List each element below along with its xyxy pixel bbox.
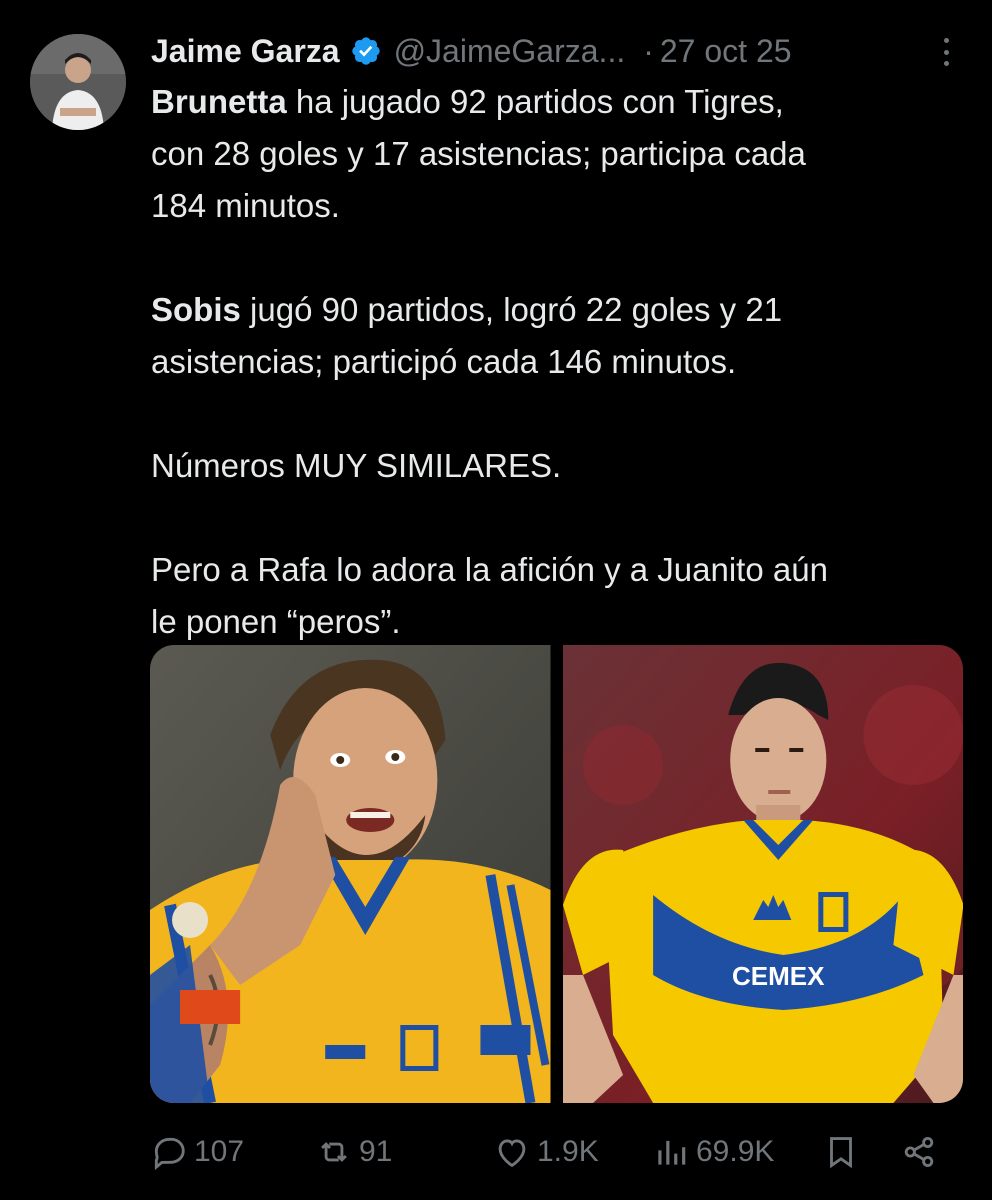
header-separator: · <box>643 33 654 69</box>
tweet-media[interactable]: CEMEX <box>150 645 963 1103</box>
player-photo-right: CEMEX <box>562 645 963 1103</box>
views-chart-icon <box>658 1140 686 1165</box>
repost-icon <box>321 1142 347 1162</box>
views-count: 69.9K <box>696 1135 775 1168</box>
photo-left[interactable] <box>150 645 551 1103</box>
tweet-text-line: jugó 90 partidos, logró 22 goles y 21 <box>240 291 783 328</box>
author-display-name[interactable]: Jaime Garza <box>151 26 340 76</box>
tweet-text: Brunetta ha jugado 92 partidos con Tigre… <box>151 76 961 648</box>
tweet-text-line: Pero a Rafa lo adora la afición y a Juan… <box>151 551 828 588</box>
tweet-text-line: ha jugado 92 partidos con Tigres, <box>286 83 784 120</box>
tweet-text-line: 184 minutos. <box>151 187 340 224</box>
tweet-paragraph-4: Pero a Rafa lo adora la afición y a Juan… <box>151 544 961 648</box>
author-avatar[interactable] <box>30 34 126 130</box>
tweet-paragraph-1: Brunetta ha jugado 92 partidos con Tigre… <box>151 76 961 232</box>
author-handle[interactable]: @JaimeGarza... <box>394 26 626 76</box>
player-photo-left <box>150 645 551 1103</box>
tweet-text-line: con 28 goles y 17 asistencias; participa… <box>151 135 806 172</box>
repost-button[interactable]: 91 <box>315 1125 392 1179</box>
tweet-header: Jaime Garza @JaimeGarza... · 27 oct 25 <box>151 26 962 76</box>
views-button[interactable]: 69.9K <box>652 1125 774 1179</box>
share-button[interactable] <box>900 1125 944 1179</box>
photo-right[interactable]: CEMEX <box>562 645 963 1103</box>
tweet-paragraph-2: Sobis jugó 90 partidos, logró 22 goles y… <box>151 284 961 388</box>
bookmark-icon <box>830 1137 852 1169</box>
tweet-date[interactable]: 27 oct 25 <box>660 26 792 76</box>
player-name-brunetta: Brunetta <box>151 83 287 120</box>
tweet-paragraph-3: Números MUY SIMILARES. <box>151 447 562 484</box>
person-avatar-icon <box>30 34 126 130</box>
tweet-text-line: le ponen “peros”. <box>151 603 401 640</box>
share-icon <box>904 1136 934 1168</box>
like-count: 1.9K <box>537 1135 599 1168</box>
bookmark-button[interactable] <box>822 1125 866 1179</box>
more-options-icon[interactable] <box>938 38 954 66</box>
reply-icon <box>154 1137 185 1171</box>
tweet-text-line: asistencias; participó cada 146 minutos. <box>151 343 737 380</box>
heart-icon <box>498 1139 526 1168</box>
player-name-sobis: Sobis <box>151 291 241 328</box>
tweet[interactable]: Jaime Garza @JaimeGarza... · 27 oct 25 B… <box>0 0 992 1200</box>
verified-badge-icon <box>351 37 380 65</box>
reply-count: 107 <box>194 1135 245 1168</box>
tweet-actions: 107 91 1.9K 69.9K <box>150 1125 950 1179</box>
repost-count: 91 <box>359 1135 393 1168</box>
like-button[interactable]: 1.9K <box>493 1125 599 1179</box>
reply-button[interactable]: 107 <box>150 1125 244 1179</box>
jersey-sponsor-text: CEMEX <box>732 961 825 991</box>
